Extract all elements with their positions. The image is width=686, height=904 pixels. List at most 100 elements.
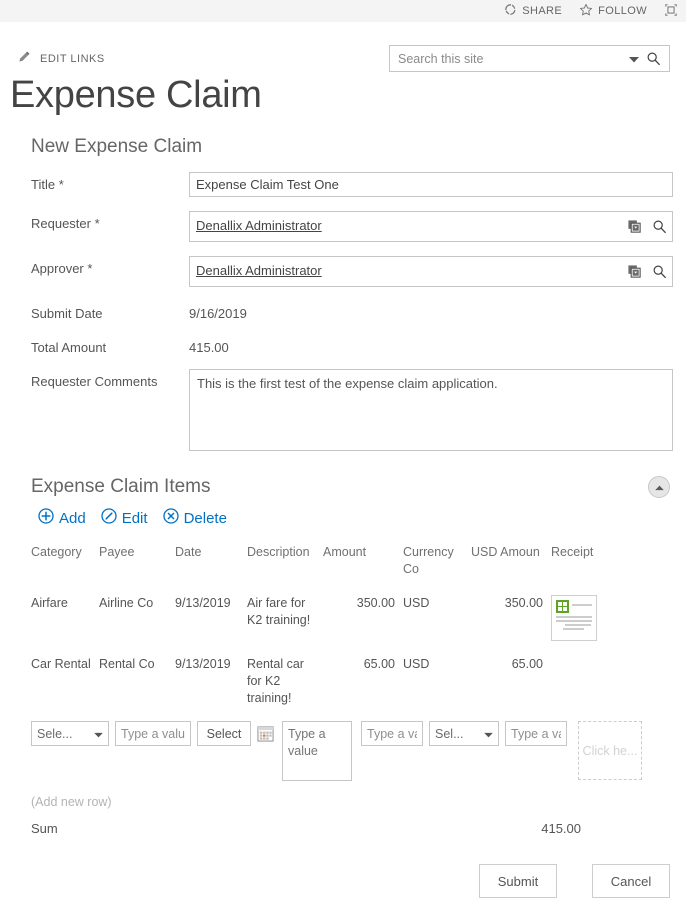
follow-button[interactable]: FOLLOW <box>579 3 647 20</box>
items-header: Expense Claim Items <box>0 476 686 498</box>
share-button[interactable]: SHARE <box>504 3 562 19</box>
receipt-title-line <box>572 604 592 608</box>
new-usd-amount-input[interactable] <box>505 721 567 746</box>
collapse-section-button[interactable] <box>648 476 670 498</box>
approver-people-picker[interactable]: Denallix Administrator <box>189 256 673 287</box>
receipt-thumbnail[interactable] <box>551 595 597 641</box>
delete-circle-icon <box>163 508 179 528</box>
submit-date-label: Submit Date <box>31 301 189 321</box>
sum-value: 415.00 <box>501 821 589 836</box>
total-amount-value: 415.00 <box>189 335 673 355</box>
items-toolbar: Add Edit Delete <box>0 508 686 528</box>
check-names-icon[interactable] <box>622 219 647 234</box>
receipt-thumbnail-header <box>556 600 592 613</box>
column-header-amount: Amount <box>323 541 403 583</box>
focus-on-content-button[interactable] <box>664 3 678 20</box>
focus-on-content-icon <box>664 3 678 20</box>
share-label: SHARE <box>522 5 562 17</box>
form-actions: Submit Cancel <box>0 864 686 898</box>
field-row-requester-comments: Requester Comments <box>0 369 686 456</box>
expense-claim-form: New Expense Claim Title * Requester * De… <box>0 136 686 456</box>
cell-receipt[interactable] <box>551 583 625 644</box>
add-circle-icon <box>38 508 54 528</box>
field-row-title: Title * <box>0 172 686 197</box>
receipt-body-lines <box>556 616 592 630</box>
search-box[interactable] <box>389 45 670 72</box>
pencil-icon <box>17 50 31 67</box>
expense-claim-items-section: Expense Claim Items Add E <box>0 476 686 898</box>
requester-comments-textarea[interactable] <box>189 369 673 451</box>
search-input[interactable] <box>390 51 625 67</box>
approver-value: Denallix Administrator <box>190 263 622 278</box>
suite-bar: SHARE FOLLOW <box>0 0 686 22</box>
edit-button[interactable]: Edit <box>101 508 148 528</box>
cell-amount: 350.00 <box>323 583 403 644</box>
submit-date-value: 9/16/2019 <box>189 301 673 321</box>
add-button[interactable]: Add <box>38 508 86 528</box>
cell-usd-amount: 350.00 <box>471 583 551 644</box>
column-header-payee: Payee <box>99 541 175 583</box>
browse-people-icon[interactable] <box>647 264 672 279</box>
edit-circle-icon <box>101 508 117 528</box>
star-icon <box>579 3 593 20</box>
add-new-row-link[interactable]: (Add new row) <box>0 795 686 809</box>
chevron-down-icon <box>94 727 103 741</box>
new-payee-input[interactable] <box>115 721 191 746</box>
cell-currency: USD <box>403 644 471 710</box>
field-row-submit-date: Submit Date 9/16/2019 <box>0 301 686 321</box>
search-icon[interactable] <box>646 51 669 66</box>
approver-label: Approver * <box>31 256 189 276</box>
new-date-select-label: Select <box>207 727 242 741</box>
cell-amount: 65.00 <box>323 644 403 710</box>
edit-links-button[interactable]: EDIT LINKS <box>17 50 105 67</box>
cancel-button[interactable]: Cancel <box>592 864 670 898</box>
requester-label: Requester * <box>31 211 189 231</box>
items-title: Expense Claim Items <box>31 476 211 498</box>
new-receipt-placeholder: Click he... <box>583 744 638 758</box>
delete-button[interactable]: Delete <box>163 508 227 528</box>
cell-currency: USD <box>403 583 471 644</box>
items-grid: Category Payee Date Description Amount C… <box>0 541 686 709</box>
new-date-select-button[interactable]: Select <box>197 721 251 746</box>
cell-description: Air fare for K2 training! <box>247 583 323 644</box>
title-label: Title * <box>31 172 189 192</box>
new-currency-value: Sel... <box>435 727 464 741</box>
check-names-icon[interactable] <box>622 264 647 279</box>
field-row-requester: Requester * Denallix Administrator <box>0 211 686 242</box>
column-header-receipt: Receipt <box>551 541 625 583</box>
share-icon <box>504 3 517 19</box>
calendar-icon[interactable] <box>257 725 274 747</box>
delete-label: Delete <box>184 510 227 527</box>
new-currency-select[interactable]: Sel... <box>429 721 499 746</box>
new-receipt-dropzone[interactable]: Click he... <box>578 721 642 780</box>
new-category-select[interactable]: Sele... <box>31 721 109 746</box>
column-header-usd-amount: USD Amoun <box>471 541 551 583</box>
submit-button[interactable]: Submit <box>479 864 557 898</box>
total-amount-label: Total Amount <box>31 335 189 355</box>
sum-label: Sum <box>31 821 501 836</box>
requester-people-picker[interactable]: Denallix Administrator <box>189 211 673 242</box>
cell-payee: Airline Co <box>99 583 175 644</box>
chevron-down-icon <box>484 727 493 741</box>
requester-value: Denallix Administrator <box>190 218 622 233</box>
browse-people-icon[interactable] <box>647 219 672 234</box>
title-input[interactable] <box>189 172 673 197</box>
document-app-icon <box>556 600 569 613</box>
cell-description: Rental car for K2 training! <box>247 644 323 710</box>
field-row-approver: Approver * Denallix Administrator <box>0 256 686 287</box>
grid-header-row: Category Payee Date Description Amount C… <box>31 541 678 583</box>
requester-comments-label: Requester Comments <box>31 369 189 389</box>
new-category-value: Sele... <box>37 727 72 741</box>
table-row[interactable]: Airfare Airline Co 9/13/2019 Air fare fo… <box>31 583 678 644</box>
new-amount-input[interactable] <box>361 721 423 746</box>
cell-usd-amount: 65.00 <box>471 644 551 710</box>
table-row[interactable]: Car Rental Rental Co 9/13/2019 Rental ca… <box>31 644 678 710</box>
search-scope-chevron-down-icon[interactable] <box>625 50 646 68</box>
add-label: Add <box>59 510 86 527</box>
cell-category: Car Rental <box>31 644 99 710</box>
edit-links-label: EDIT LINKS <box>40 53 105 65</box>
form-section-title: New Expense Claim <box>31 136 686 158</box>
new-description-textarea[interactable] <box>282 721 352 781</box>
edit-label: Edit <box>122 510 148 527</box>
cell-payee: Rental Co <box>99 644 175 710</box>
